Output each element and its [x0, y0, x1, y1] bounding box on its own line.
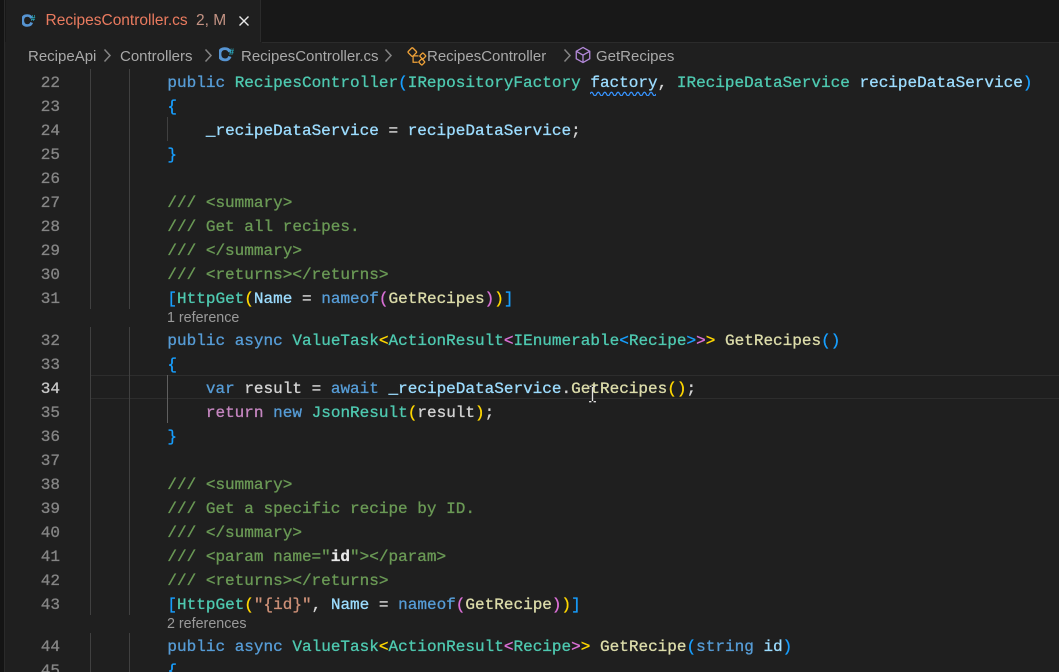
- svg-text:#: #: [229, 47, 234, 57]
- svg-text:#: #: [31, 14, 36, 23]
